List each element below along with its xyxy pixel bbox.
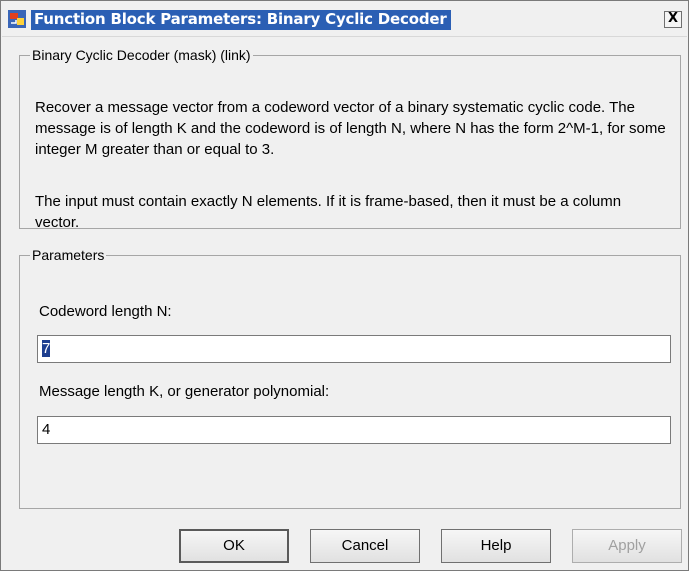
codeword-length-input[interactable]: 7 <box>37 335 671 363</box>
title-bar[interactable]: Function Block Parameters: Binary Cyclic… <box>2 2 687 37</box>
description-text: Recover a message vector from a codeword… <box>35 99 666 158</box>
codeword-length-value: 7 <box>42 340 51 357</box>
help-button[interactable]: Help <box>441 529 551 563</box>
message-length-value: 4 <box>42 421 51 438</box>
apply-button[interactable]: Apply <box>572 529 682 563</box>
close-button[interactable]: X <box>664 11 682 28</box>
message-length-label: Message length K, or generator polynomia… <box>39 383 330 400</box>
dialog-window: Function Block Parameters: Binary Cyclic… <box>0 0 689 571</box>
simulink-block-icon <box>8 10 26 28</box>
parameters-group: Parameters Codeword length N: 7 Message … <box>19 247 681 509</box>
window-title: Function Block Parameters: Binary Cyclic… <box>31 10 451 30</box>
codeword-length-label: Codeword length N: <box>39 303 172 320</box>
input-requirement-text: The input must contain exactly N element… <box>35 193 622 231</box>
description-group: Binary Cyclic Decoder (mask) (link) Reco… <box>19 47 681 231</box>
description-group-label: Binary Cyclic Decoder (mask) (link) <box>32 47 251 63</box>
close-icon: X <box>667 11 679 26</box>
message-length-input[interactable]: 4 <box>37 416 671 444</box>
cancel-button[interactable]: Cancel <box>310 529 420 563</box>
parameters-group-label: Parameters <box>32 247 105 263</box>
ok-button[interactable]: OK <box>179 529 289 563</box>
